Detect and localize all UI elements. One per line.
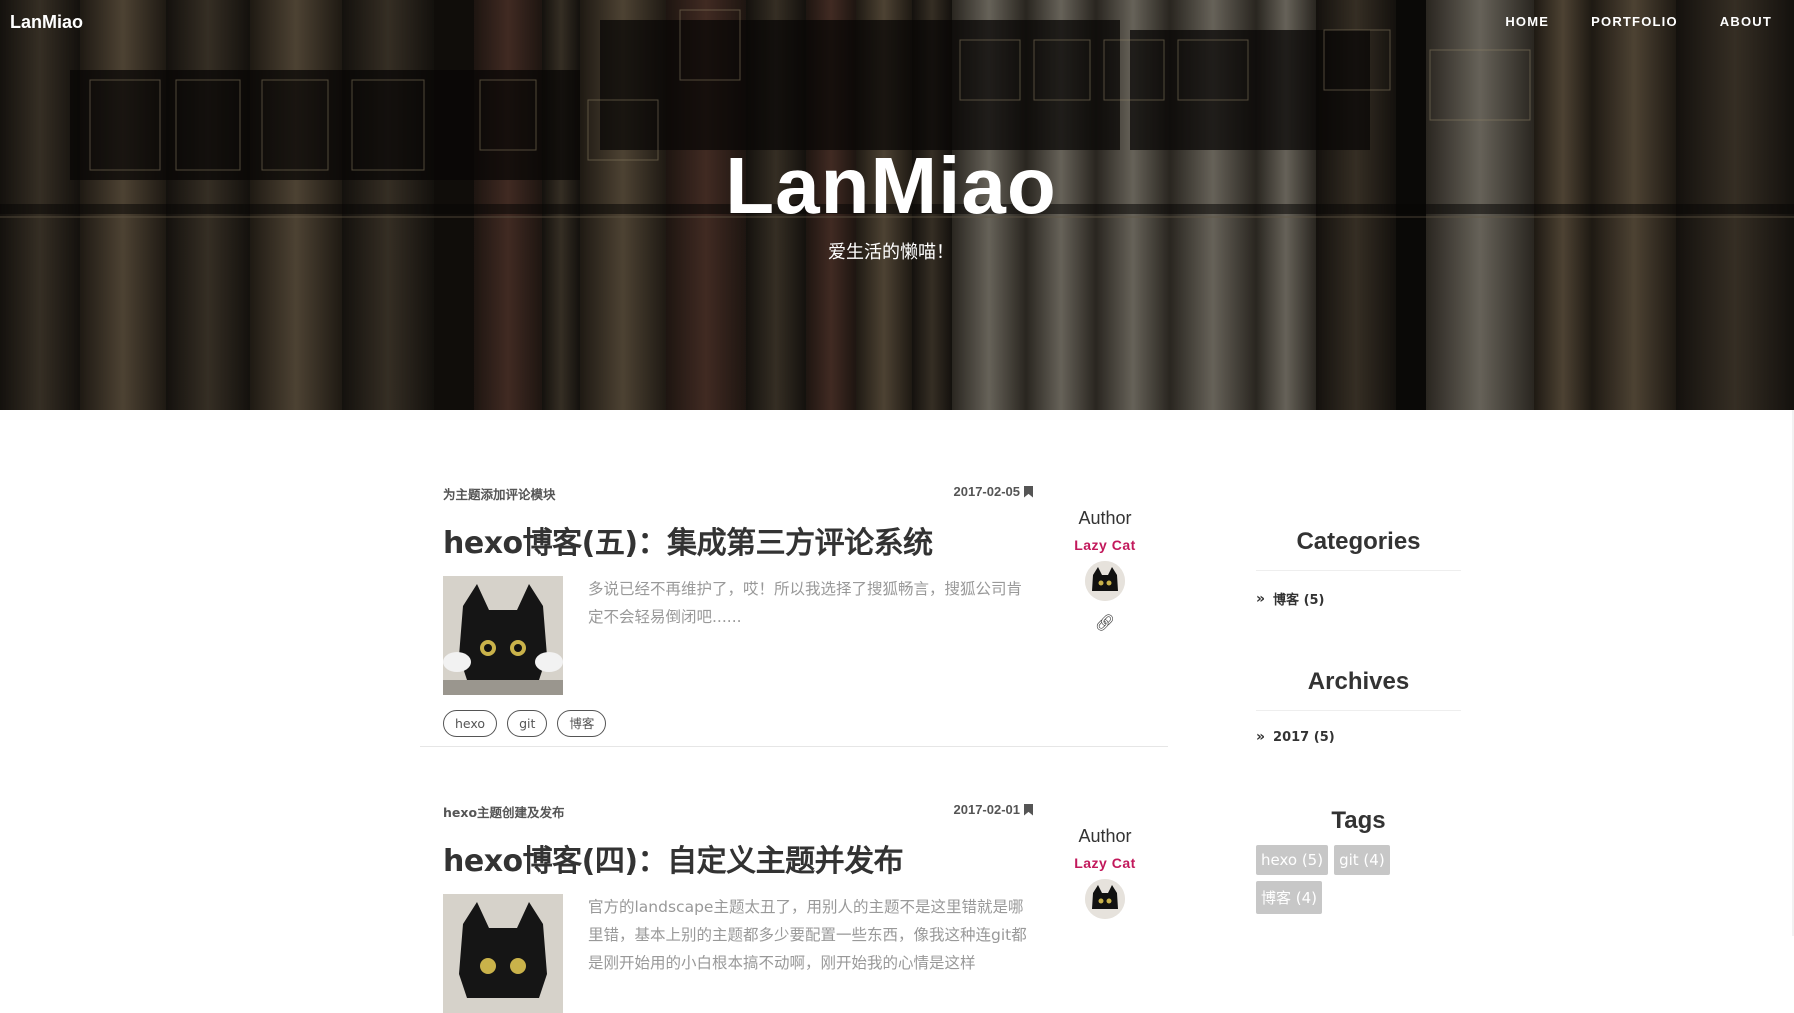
post-thumbnail-cat-image[interactable]: [443, 576, 563, 695]
post-subtitle: 为主题添加评论模块: [443, 487, 556, 502]
post-card: hexo主题创建及发布 2017-02-01 hexo博客(四)：自定义主题并发…: [443, 802, 1033, 1013]
post-tag-hexo[interactable]: hexo: [443, 710, 498, 737]
site-title: LanMiao: [725, 141, 1057, 230]
post-date-text: 2017-02-05: [953, 484, 1021, 499]
tag-link[interactable]: git (4): [1334, 845, 1390, 875]
post-tag-blog[interactable]: 博客: [557, 710, 607, 737]
top-nav: HOME PORTFOLIO ABOUT: [1463, 14, 1772, 29]
category-item[interactable]: » 博客 (5): [1256, 589, 1461, 609]
categories-heading: Categories: [1296, 528, 1421, 555]
nav-portfolio-link[interactable]: PORTFOLIO: [1591, 14, 1678, 29]
brand-logo-link[interactable]: LanMiao: [10, 12, 83, 33]
sidebar: Categories » 博客 (5) Archives » 2017 (5) …: [1256, 528, 1461, 914]
tag-cloud: hexo (5) git (4) 博客 (4): [1256, 845, 1436, 914]
post-thumbnail-cat-image[interactable]: [443, 894, 563, 1013]
author-avatar[interactable]: [1085, 879, 1125, 919]
post-date-text: 2017-02-01: [953, 802, 1021, 817]
archive-label: 2017 (5): [1273, 729, 1335, 745]
post-title-link[interactable]: hexo博客(四)：自定义主题并发布: [443, 836, 1033, 880]
archives-heading: Archives: [1307, 668, 1410, 695]
category-label: 博客 (5): [1273, 593, 1325, 608]
double-chevron-icon: »: [1256, 729, 1266, 745]
site-subtitle: 爱生活的懒喵！: [828, 242, 954, 263]
post-subtitle: hexo主题创建及发布: [443, 805, 565, 820]
post-excerpt: 官方的landscape主题太丑了，用别人的主题不是这里错就是哪里错，基本上别的…: [588, 898, 1027, 972]
post-tags: hexo git 博客: [443, 710, 1033, 737]
post-divider: [420, 746, 1168, 747]
post-meta: 为主题添加评论模块 2017-02-05: [443, 484, 1033, 502]
bookmark-icon: [1024, 803, 1033, 816]
post-body: 多说已经不再维护了，哎！所以我选择了搜狐畅言，搜狐公司肯定不会轻易倒闭吧....…: [443, 576, 1033, 695]
author-label: Author: [1078, 508, 1132, 528]
tag-link[interactable]: 博客 (4): [1256, 881, 1323, 914]
divider: [1256, 570, 1461, 571]
author-avatar[interactable]: [1085, 561, 1125, 601]
post-tag-git[interactable]: git: [507, 710, 548, 737]
link-icon[interactable]: 🔗︎: [1060, 613, 1150, 633]
post-meta: hexo主题创建及发布 2017-02-01: [443, 802, 1033, 820]
tags-heading: Tags: [1331, 807, 1386, 834]
post-author-panel: Author Lazy Cat: [1060, 826, 1150, 919]
post-body: 官方的landscape主题太丑了，用别人的主题不是这里错就是哪里错，基本上别的…: [443, 894, 1033, 1013]
author-label: Author: [1078, 826, 1132, 846]
post-author-panel: Author Lazy Cat 🔗︎: [1060, 508, 1150, 633]
post-date: 2017-02-01: [953, 802, 1033, 817]
tag-link[interactable]: hexo (5): [1256, 845, 1329, 875]
post-date: 2017-02-05: [953, 484, 1033, 499]
divider: [1256, 710, 1461, 711]
hero-header: LanMiao HOME PORTFOLIO ABOUT LanMiao 爱生活…: [0, 0, 1794, 410]
post-excerpt: 多说已经不再维护了，哎！所以我选择了搜狐畅言，搜狐公司肯定不会轻易倒闭吧....…: [588, 580, 1023, 626]
author-name-link[interactable]: Lazy Cat: [1060, 855, 1150, 871]
author-name-link[interactable]: Lazy Cat: [1060, 537, 1150, 553]
post-title-link[interactable]: hexo博客(五)：集成第三方评论系统: [443, 518, 1033, 562]
double-chevron-icon: »: [1256, 590, 1266, 607]
nav-about-link[interactable]: ABOUT: [1720, 14, 1772, 29]
post-card: 为主题添加评论模块 2017-02-05 hexo博客(五)：集成第三方评论系统…: [443, 484, 1033, 737]
nav-home-link[interactable]: HOME: [1505, 14, 1549, 29]
bookmark-icon: [1024, 485, 1033, 498]
archive-item[interactable]: » 2017 (5): [1256, 729, 1461, 745]
